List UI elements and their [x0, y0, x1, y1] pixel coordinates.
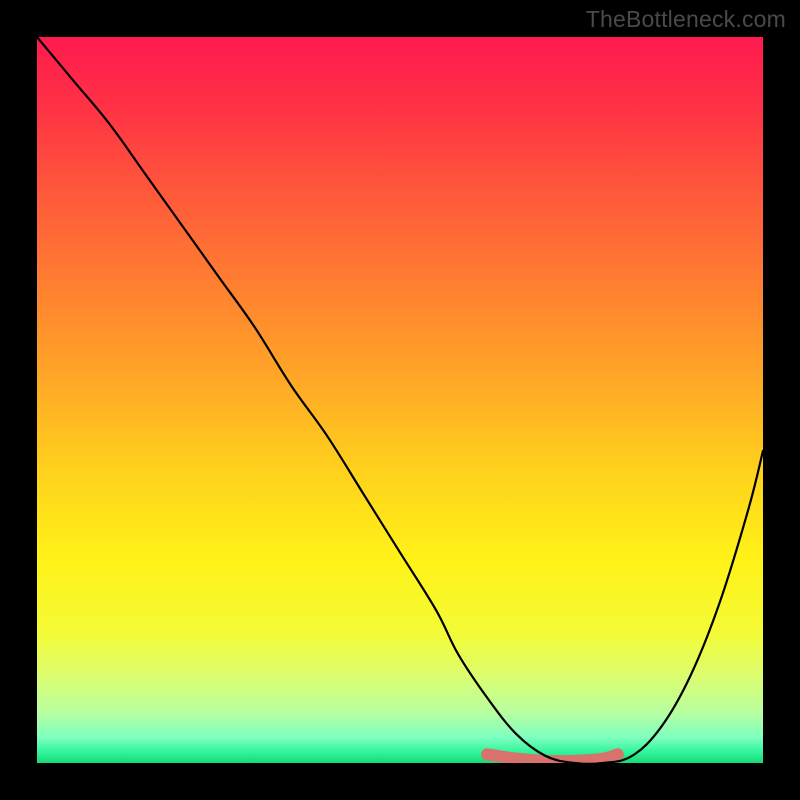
chart-svg	[37, 37, 763, 763]
plot-area	[37, 37, 763, 763]
chart-frame: TheBottleneck.com	[0, 0, 800, 800]
watermark-text: TheBottleneck.com	[586, 6, 786, 33]
bottleneck-curve	[37, 37, 763, 763]
